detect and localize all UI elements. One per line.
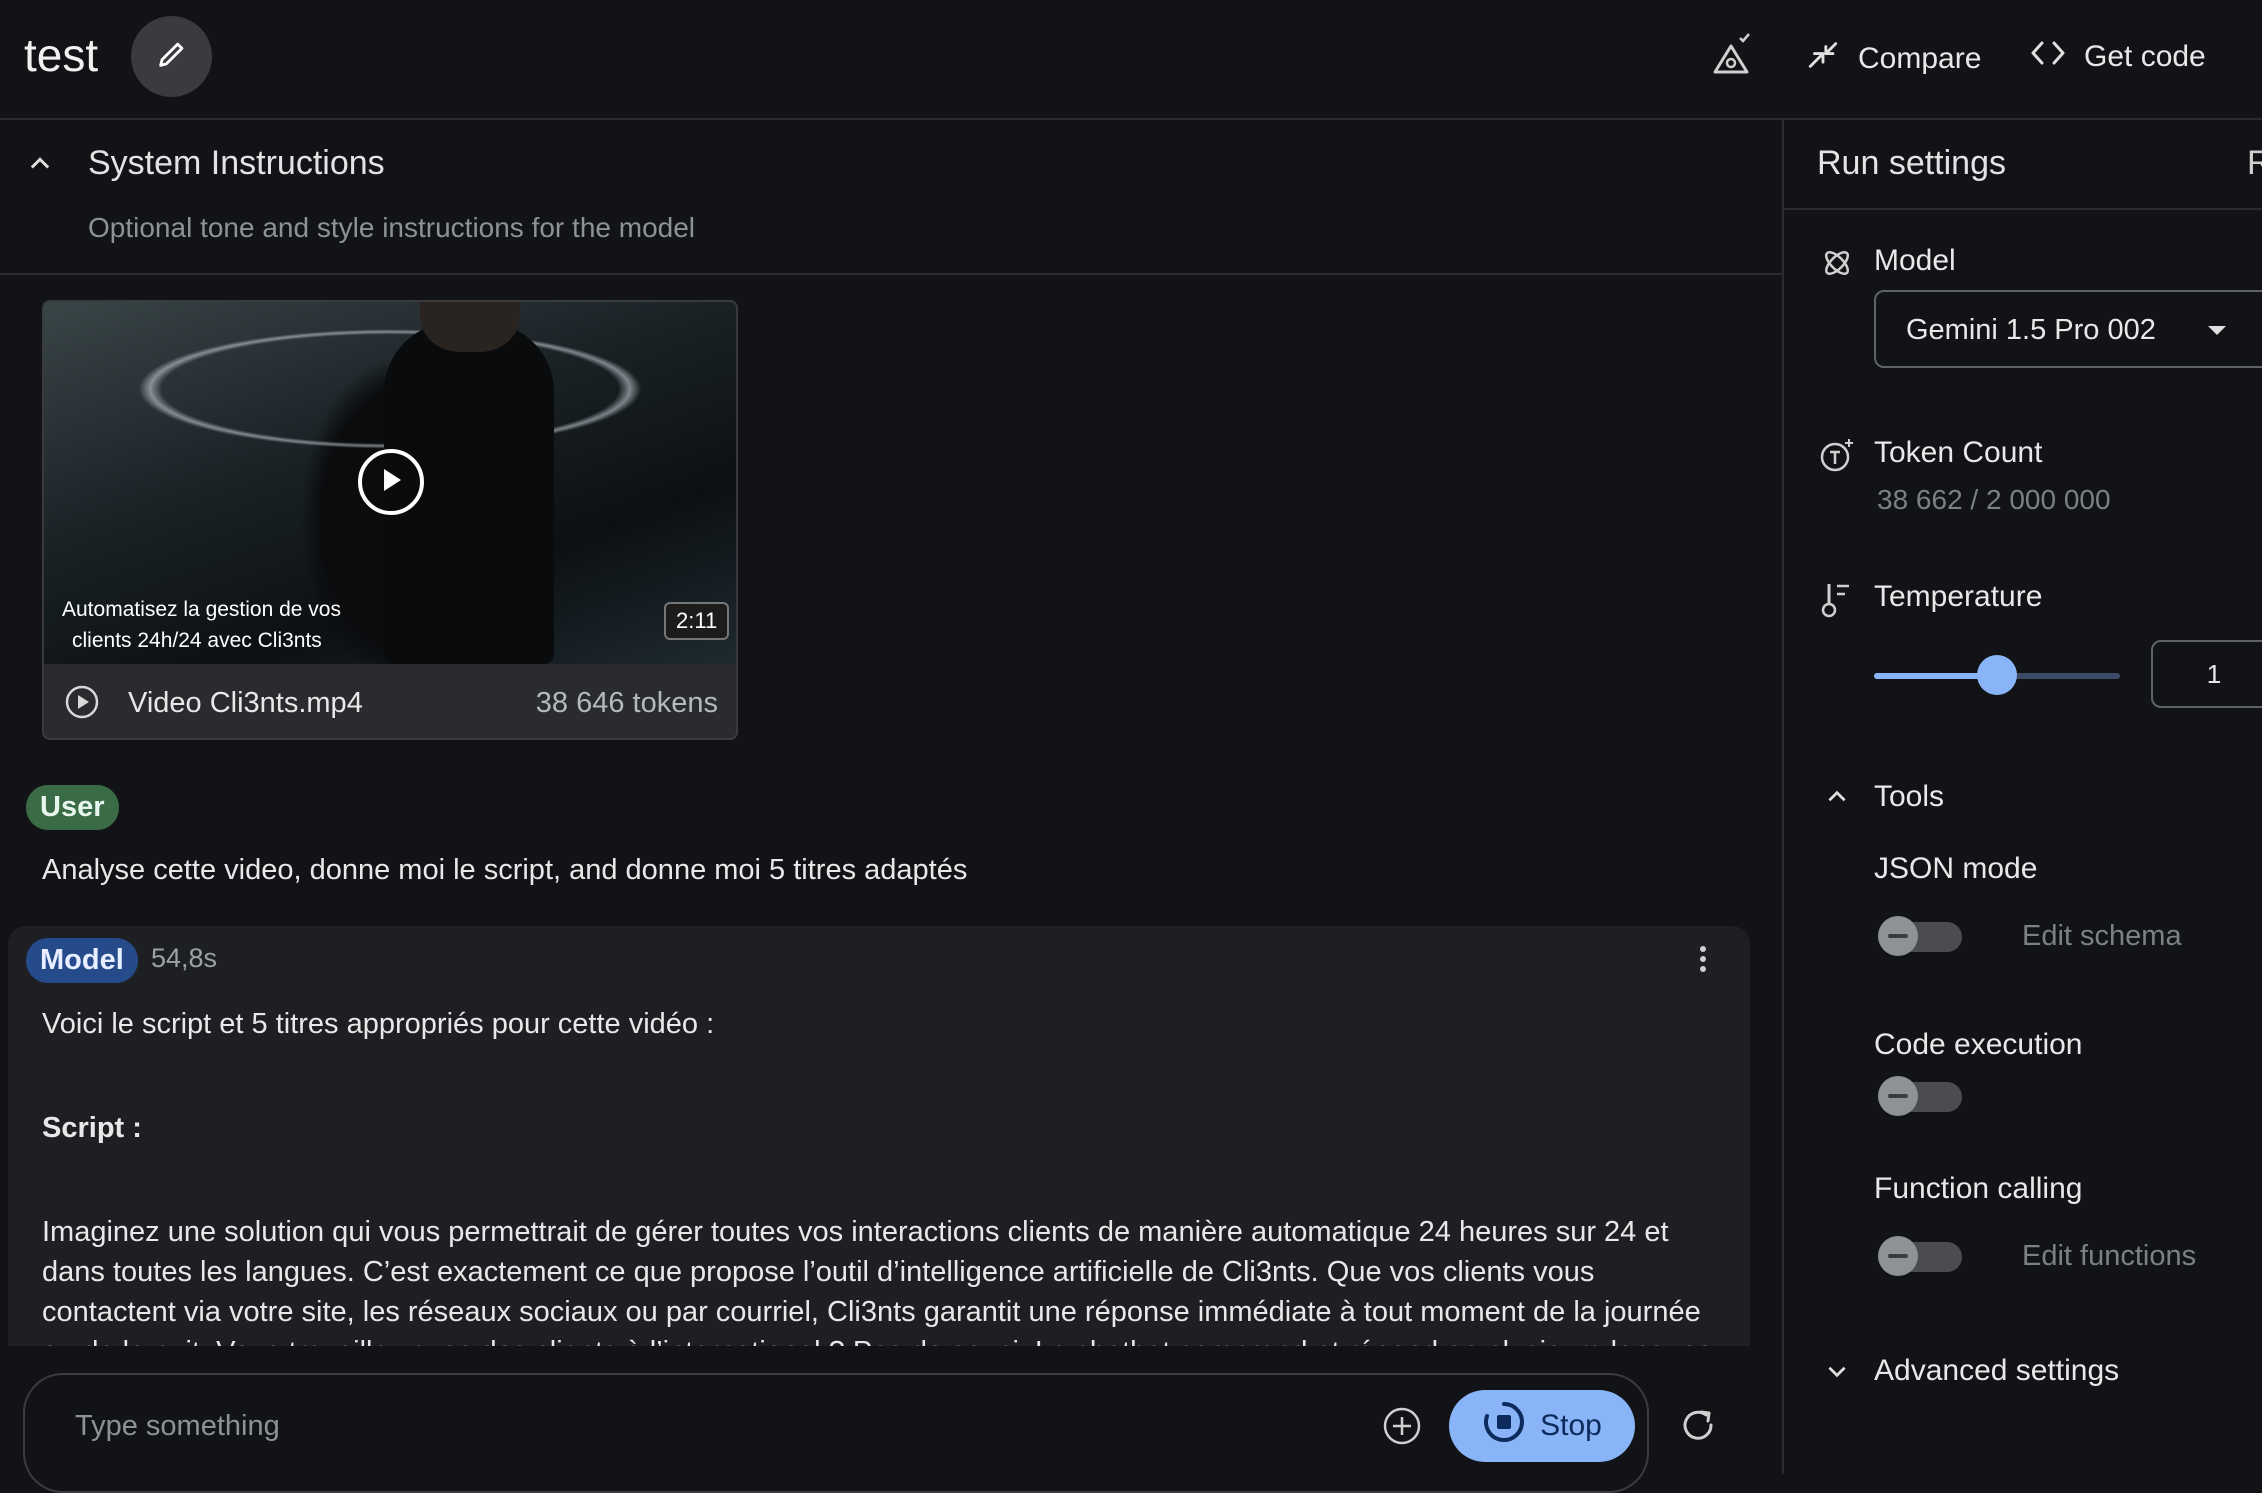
compare-icon	[1806, 38, 1840, 80]
rerun-button[interactable]	[1678, 1405, 1718, 1450]
chevron-up-icon	[26, 157, 54, 182]
feedback-button[interactable]	[1710, 32, 1752, 83]
toggle-knob	[1878, 916, 1918, 956]
dropdown-arrow-icon	[2206, 324, 2228, 343]
prompt-input[interactable]: Type something	[75, 1410, 280, 1443]
user-message-text: Analyse cette video, donne moi le script…	[42, 854, 968, 886]
video-caption: Automatisez la gestion de vos clients 24…	[62, 594, 341, 656]
code-execution-toggle[interactable]	[1878, 1076, 1962, 1116]
token-count-label: Token Count	[1874, 436, 2043, 469]
tools-label[interactable]: Tools	[1874, 780, 1944, 814]
add-circle-icon	[1381, 1407, 1423, 1451]
code-icon	[2030, 38, 2066, 76]
stop-label: Stop	[1540, 1409, 1602, 1442]
video-thumbnail[interactable]: Automatisez la gestion de vos clients 24…	[44, 302, 736, 664]
prompt-title[interactable]: test	[24, 28, 98, 82]
edit-functions-link[interactable]: Edit functions	[2022, 1240, 2196, 1273]
refresh-icon	[1678, 1410, 1718, 1449]
video-caption-line-1: Automatisez la gestion de vos	[62, 598, 341, 621]
more-vert-icon	[1698, 946, 1708, 981]
stop-button[interactable]: Stop	[1449, 1390, 1635, 1462]
advanced-settings-label[interactable]: Advanced settings	[1874, 1354, 2119, 1388]
code-execution-label: Code execution	[1874, 1028, 2083, 1061]
video-attachment-card[interactable]: Automatisez la gestion de vos clients 24…	[42, 300, 738, 740]
user-role-badge: User	[26, 785, 119, 830]
compare-label: Compare	[1858, 42, 1982, 75]
response-time: 54,8s	[151, 943, 218, 973]
add-media-button[interactable]	[1381, 1405, 1423, 1452]
edit-schema-link[interactable]: Edit schema	[2022, 920, 2182, 953]
alert-check-icon	[1710, 33, 1752, 82]
get-code-label: Get code	[2084, 40, 2206, 73]
pencil-icon	[155, 37, 189, 76]
model-response-heading: Script :	[42, 1112, 142, 1144]
run-settings-title: Run settings	[1817, 144, 2006, 182]
model-icon	[1820, 246, 1854, 285]
panel-truncated-label[interactable]: R	[2247, 144, 2262, 183]
toggle-knob	[1878, 1076, 1918, 1116]
top-bar: test Compare Get code	[0, 0, 2262, 120]
thermometer-icon	[1820, 580, 1854, 625]
run-settings-panel: Run settings R Model Gemini 1.5 Pro 002 …	[1782, 120, 2262, 1474]
stop-spinner-icon	[1482, 1400, 1526, 1452]
get-code-button[interactable]: Get code	[2030, 38, 2206, 76]
model-select-value: Gemini 1.5 Pro 002	[1906, 314, 2156, 346]
model-label: Model	[1874, 244, 1956, 277]
model-select[interactable]: Gemini 1.5 Pro 002	[1874, 290, 2262, 368]
more-options-button[interactable]	[1698, 944, 1708, 982]
function-calling-toggle[interactable]	[1878, 1236, 1962, 1276]
compare-button[interactable]: Compare	[1806, 38, 1981, 80]
chevron-down-icon[interactable]	[1824, 1358, 1850, 1389]
play-video-button[interactable]	[358, 449, 424, 515]
temperature-slider-thumb[interactable]	[1977, 655, 2017, 695]
toggle-knob	[1878, 1236, 1918, 1276]
video-filename: Video Cli3nts.mp4	[128, 687, 363, 719]
collapse-system-instructions-button[interactable]	[26, 150, 54, 183]
model-response-intro: Voici le script et 5 titres appropriés p…	[42, 1008, 715, 1040]
video-token-count: 38 646 tokens	[535, 687, 718, 719]
video-duration-badge: 2:11	[664, 602, 730, 640]
play-icon	[378, 466, 404, 499]
temperature-input[interactable]: 1	[2151, 640, 2262, 708]
play-circle-icon[interactable]	[64, 684, 100, 725]
temperature-label: Temperature	[1874, 580, 2043, 613]
json-mode-label: JSON mode	[1874, 852, 2038, 885]
token-count-icon	[1818, 436, 1856, 479]
token-count-value: 38 662 / 2 000 000	[1877, 484, 2111, 515]
prompt-input-bar: Type something Stop	[23, 1373, 1649, 1493]
edit-title-button[interactable]	[131, 16, 212, 97]
model-response-paragraph: Imaginez une solution qui vous permettra…	[42, 1216, 1712, 1346]
system-instructions-input[interactable]: Optional tone and style instructions for…	[88, 212, 695, 244]
model-role-badge: Model	[26, 938, 138, 983]
function-calling-label: Function calling	[1874, 1172, 2083, 1205]
system-instructions-section: System Instructions Optional tone and st…	[0, 120, 1782, 275]
video-caption-line-2: clients 24h/24 avec Cli3nts	[72, 629, 322, 652]
chevron-up-icon[interactable]	[1824, 784, 1850, 815]
system-instructions-title: System Instructions	[88, 144, 385, 182]
video-footer: Video Cli3nts.mp4 38 646 tokens	[44, 664, 736, 738]
json-mode-toggle[interactable]	[1878, 916, 1962, 956]
panel-divider	[1784, 208, 2262, 210]
